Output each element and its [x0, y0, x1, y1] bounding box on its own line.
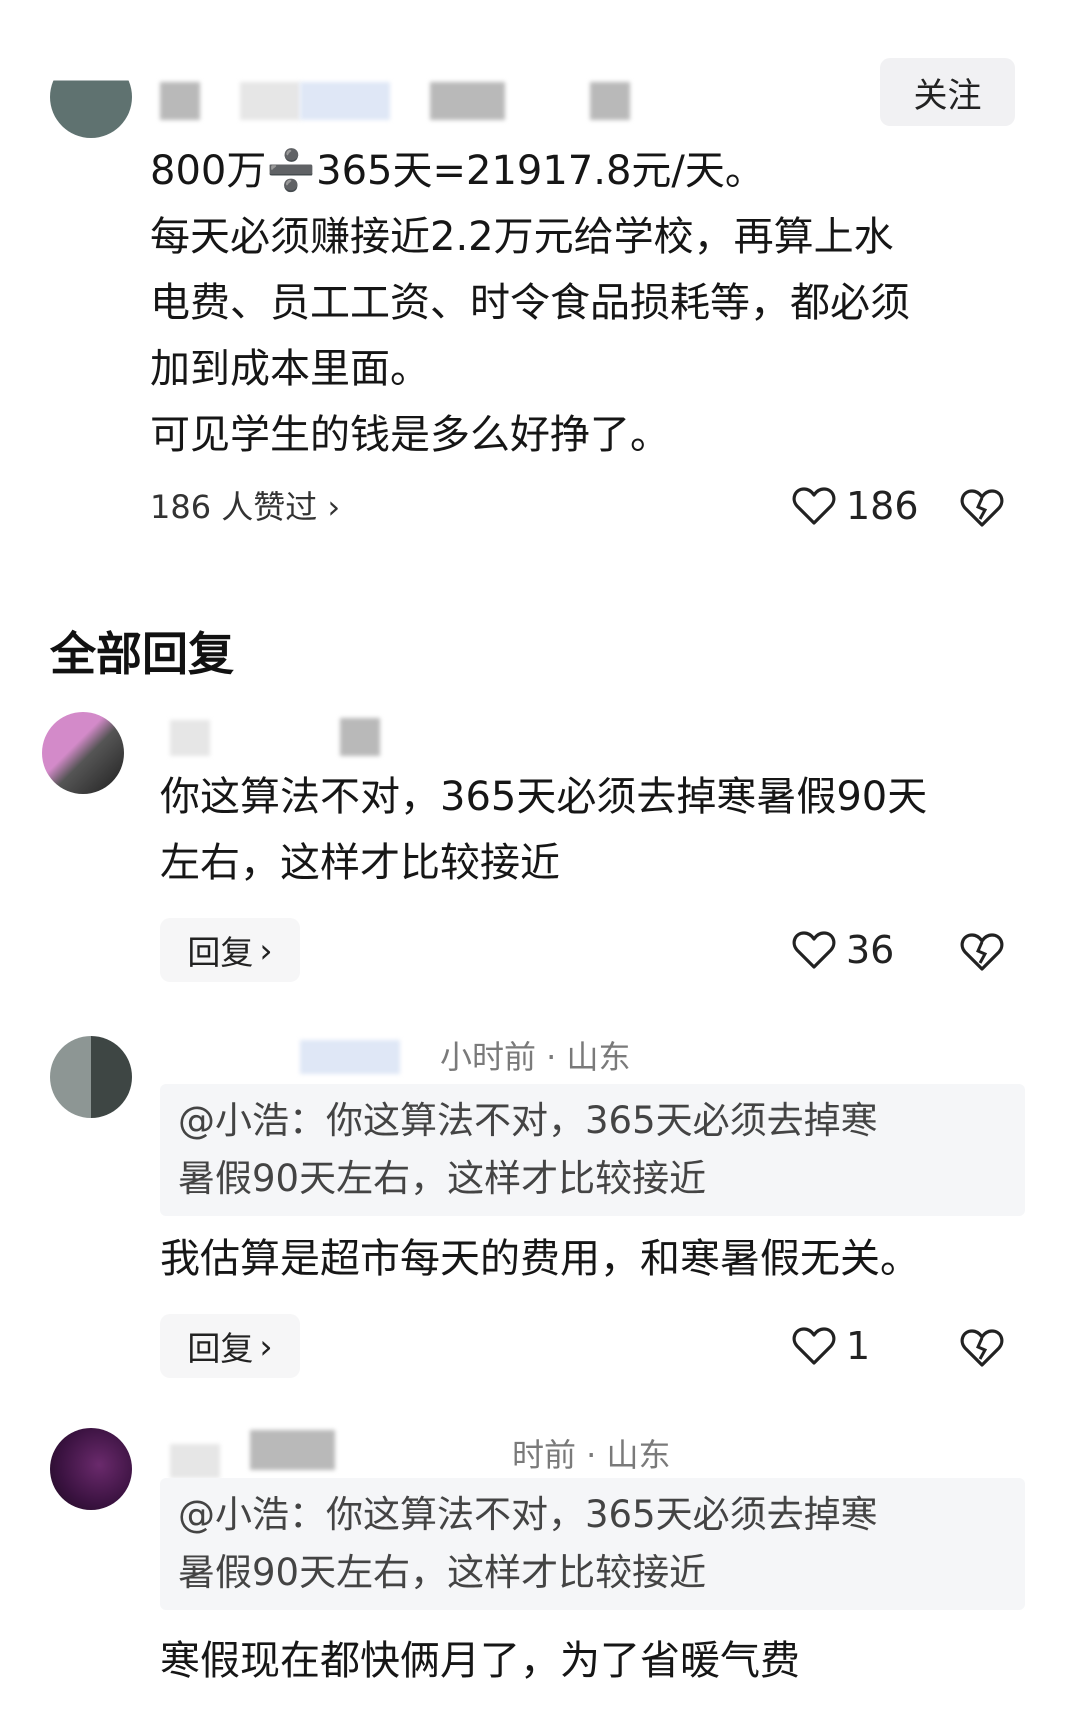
username-redacted [300, 82, 390, 120]
like-count: 36 [846, 928, 895, 972]
reply-text-line: 你这算法不对，365天必须去掉寒暑假90天 [160, 774, 928, 820]
chevron-right-icon: › [259, 1326, 273, 1366]
like-button[interactable]: 36 [792, 928, 894, 972]
comment-body: 800万➗365天=21917.8元/天。 每天必须赚接近2.2万元给学校，再算… [150, 138, 1030, 468]
follow-button[interactable]: 关注 [880, 58, 1015, 126]
section-title: 全部回复 [50, 627, 234, 681]
reply-text-line: 寒假现在都快俩月了，为了省暖气费 [160, 1638, 800, 1684]
reply-text-line: 左右，这样才比较接近 [160, 840, 560, 886]
username-redacted [300, 1040, 400, 1074]
username-redacted [590, 82, 630, 120]
username-redacted [430, 82, 505, 120]
reply-button[interactable]: 回复 › [160, 918, 300, 982]
comment-line: 每天必须赚接近2.2万元给学校，再算上水 [150, 214, 894, 260]
comment-line: 电费、员工工资、时令食品损耗等，都必须 [150, 280, 910, 326]
heart-icon [792, 487, 836, 525]
username-redacted [250, 1430, 335, 1470]
comment-line: 可见学生的钱是多么好挣了。 [150, 412, 670, 458]
username-redacted [160, 82, 200, 120]
dislike-icon[interactable] [960, 488, 1004, 528]
quote-line: @小浩：你这算法不对，365天必须去掉寒 [178, 1099, 878, 1142]
comment-line: 加到成本里面。 [150, 346, 430, 392]
username-redacted [340, 718, 380, 756]
reply-text-line: 我估算是超市每天的费用，和寒暑假无关。 [160, 1236, 920, 1282]
chevron-right-icon: › [259, 930, 273, 970]
username-redacted [170, 720, 210, 756]
like-count: 186 [846, 484, 919, 528]
reply-label: 回复 [187, 1329, 254, 1368]
username-redacted [240, 82, 300, 120]
like-count: 1 [846, 1324, 871, 1368]
liked-by-link[interactable]: 186 人赞过 › [150, 482, 340, 528]
reply-label: 回复 [187, 933, 254, 972]
quote-line: @小浩：你这算法不对，365天必须去掉寒 [178, 1493, 878, 1536]
reply-button[interactable]: 回复 › [160, 1314, 300, 1378]
quoted-reply: @小浩：你这算法不对，365天必须去掉寒 暑假90天左右，这样才比较接近 [160, 1478, 1025, 1610]
dislike-icon[interactable] [960, 1328, 1004, 1368]
avatar[interactable] [42, 712, 124, 794]
heart-icon [792, 931, 836, 969]
avatar[interactable] [50, 1036, 132, 1118]
like-button[interactable]: 1 [792, 1324, 870, 1368]
comment-line: 800万➗365天=21917.8元/天。 [150, 148, 765, 194]
avatar[interactable] [50, 56, 132, 138]
quote-line: 暑假90天左右，这样才比较接近 [178, 1157, 707, 1200]
avatar[interactable] [50, 1428, 132, 1510]
timestamp-location: 时前 · 山东 [512, 1436, 671, 1474]
timestamp-location: 小时前 · 山东 [440, 1038, 631, 1076]
like-button[interactable]: 186 [792, 484, 919, 528]
heart-icon [792, 1327, 836, 1365]
username-redacted [170, 1444, 220, 1478]
quote-line: 暑假90天左右，这样才比较接近 [178, 1551, 707, 1594]
dislike-icon[interactable] [960, 932, 1004, 972]
quoted-reply: @小浩：你这算法不对，365天必须去掉寒 暑假90天左右，这样才比较接近 [160, 1084, 1025, 1216]
